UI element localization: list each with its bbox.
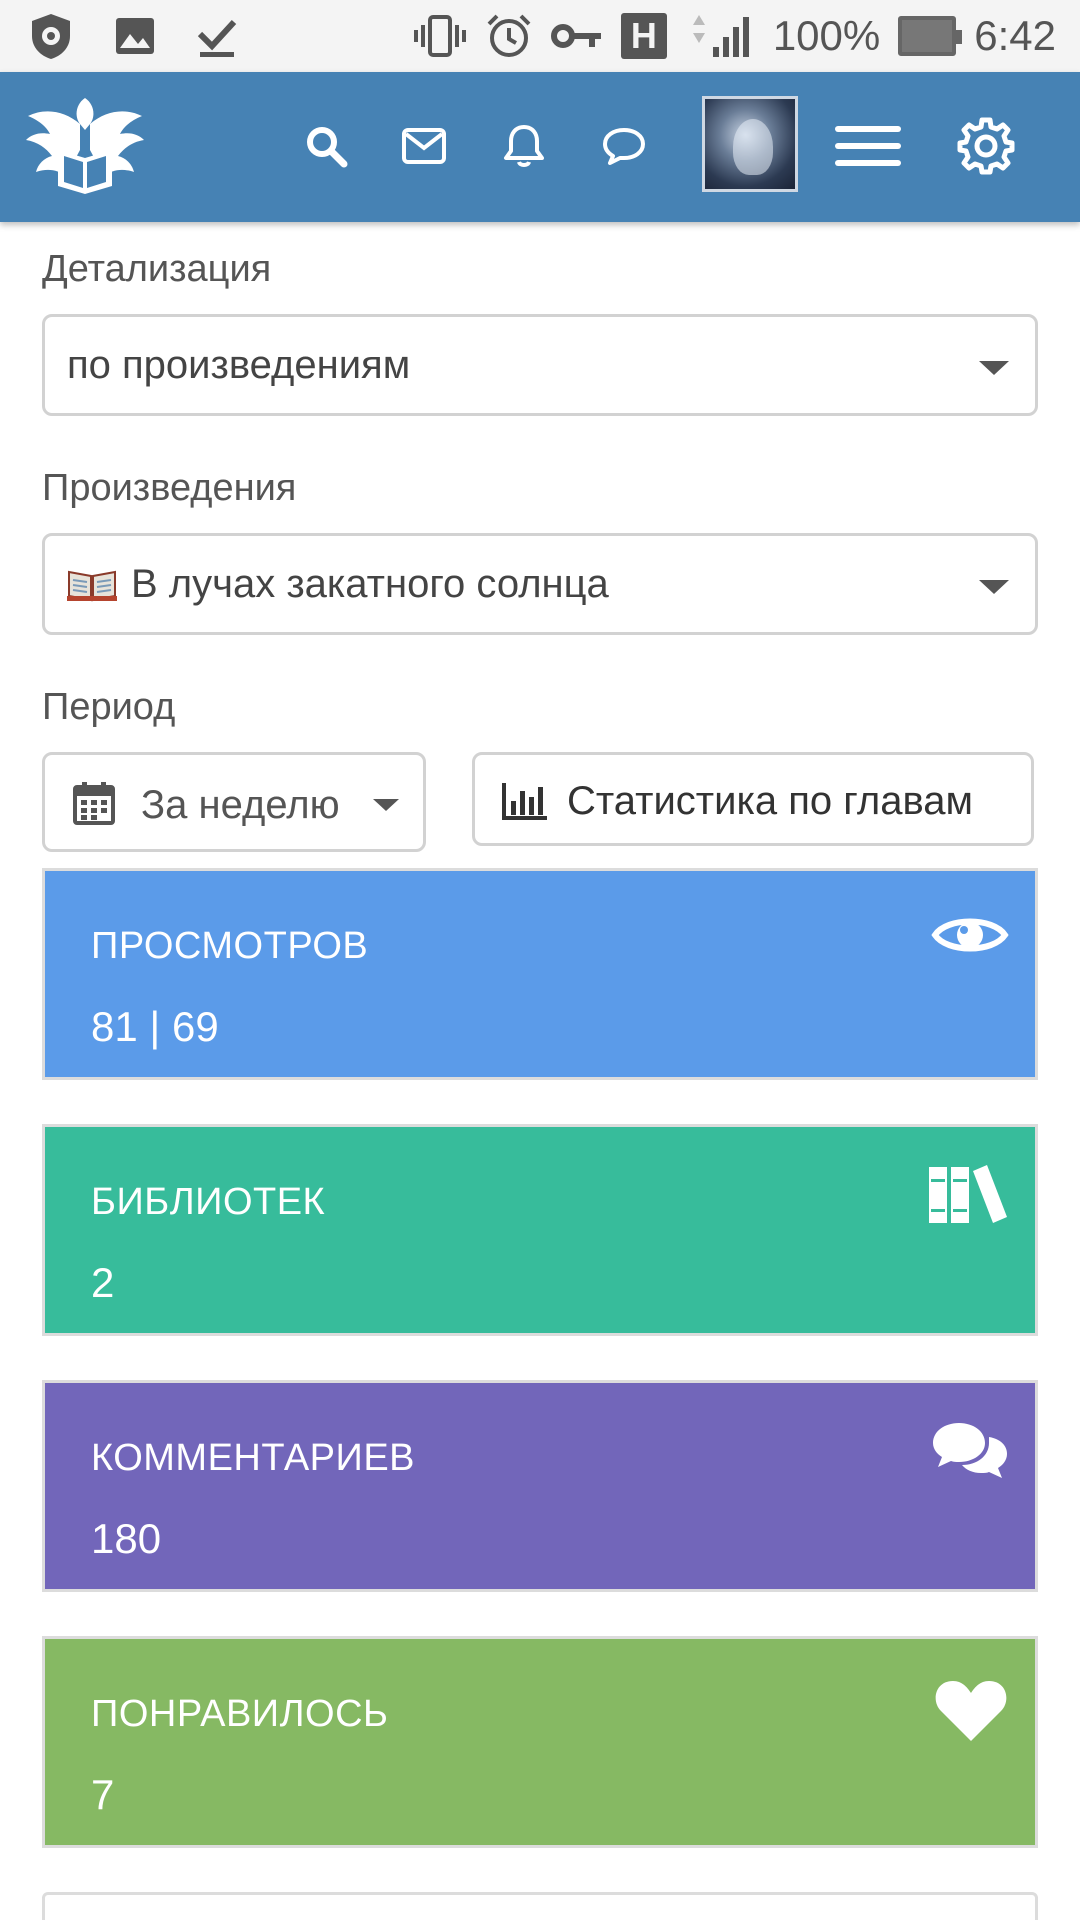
user-avatar[interactable] [702,96,798,192]
vpn-key-icon [550,24,601,48]
stat-card-title: БИБЛИОТЕК [91,1181,326,1223]
network-type-indicator: H [620,13,667,59]
works-select[interactable]: В лучах закатного солнца [42,533,1038,635]
alarm-icon [487,14,531,57]
eye-icon [931,918,1009,952]
period-select-value: За неделю [141,783,340,827]
detail-select-value: по произведениям [67,342,411,387]
image-icon [116,18,154,54]
chevron-down-icon [373,799,399,811]
stat-card-value: 180 [91,1515,162,1562]
stat-card-views: ПРОСМОТРОВ 81 | 69 [42,868,1038,1080]
works-select-value: В лучах закатного солнца [131,561,609,606]
battery-percent: 100% [772,12,881,59]
status-bar-system: H 100% 6:42 [413,8,1056,64]
signal-icon [692,15,749,57]
clock-time: 6:42 [974,12,1056,59]
stat-card-comments: КОММЕНТАРИЕВ 180 [42,1380,1038,1592]
bar-chart-icon [502,783,547,820]
app-header [0,72,1080,222]
period-select[interactable]: За неделю [42,752,426,852]
heart-icon [935,1681,1007,1741]
open-book-icon [67,570,117,602]
status-bar: H 100% 6:42 [0,0,1080,72]
download-done-icon [197,19,237,57]
detail-label: Детализация [42,248,272,290]
chapter-stats-label: Статистика по главам [567,779,974,823]
site-logo-icon[interactable] [24,90,146,202]
status-bar-notifications [28,10,238,62]
gear-icon[interactable] [954,114,1018,178]
chapter-stats-button[interactable]: Статистика по главам [472,752,1034,846]
vibrate-icon [413,15,466,57]
detail-select[interactable]: по произведениям [42,314,1038,416]
stat-card-libraries: БИБЛИОТЕК 2 [42,1124,1038,1336]
comments-icon [933,1423,1007,1478]
stat-card-value: 81 | 69 [91,1003,219,1050]
hamburger-menu-icon[interactable] [834,116,902,176]
stat-card-partial [42,1892,1038,1920]
stat-card-value: 2 [91,1259,115,1306]
calendar-icon [73,782,115,825]
chat-bubble-icon[interactable] [598,120,650,172]
stat-card-value: 7 [91,1771,115,1818]
shield-icon [32,14,70,59]
search-icon[interactable] [300,120,352,172]
battery-icon [898,16,963,56]
books-icon [929,1165,1007,1223]
stat-card-title: ПРОСМОТРОВ [91,925,369,967]
works-label: Произведения [42,467,297,509]
mail-icon[interactable] [398,120,450,172]
chevron-down-icon [979,361,1009,375]
period-label: Период [42,686,176,728]
stat-card-title: ПОНРАВИЛОСЬ [91,1693,389,1735]
bell-icon[interactable] [498,120,550,172]
stat-card-likes: ПОНРАВИЛОСЬ 7 [42,1636,1038,1848]
stat-card-title: КОММЕНТАРИЕВ [91,1437,416,1479]
chevron-down-icon [979,580,1009,594]
